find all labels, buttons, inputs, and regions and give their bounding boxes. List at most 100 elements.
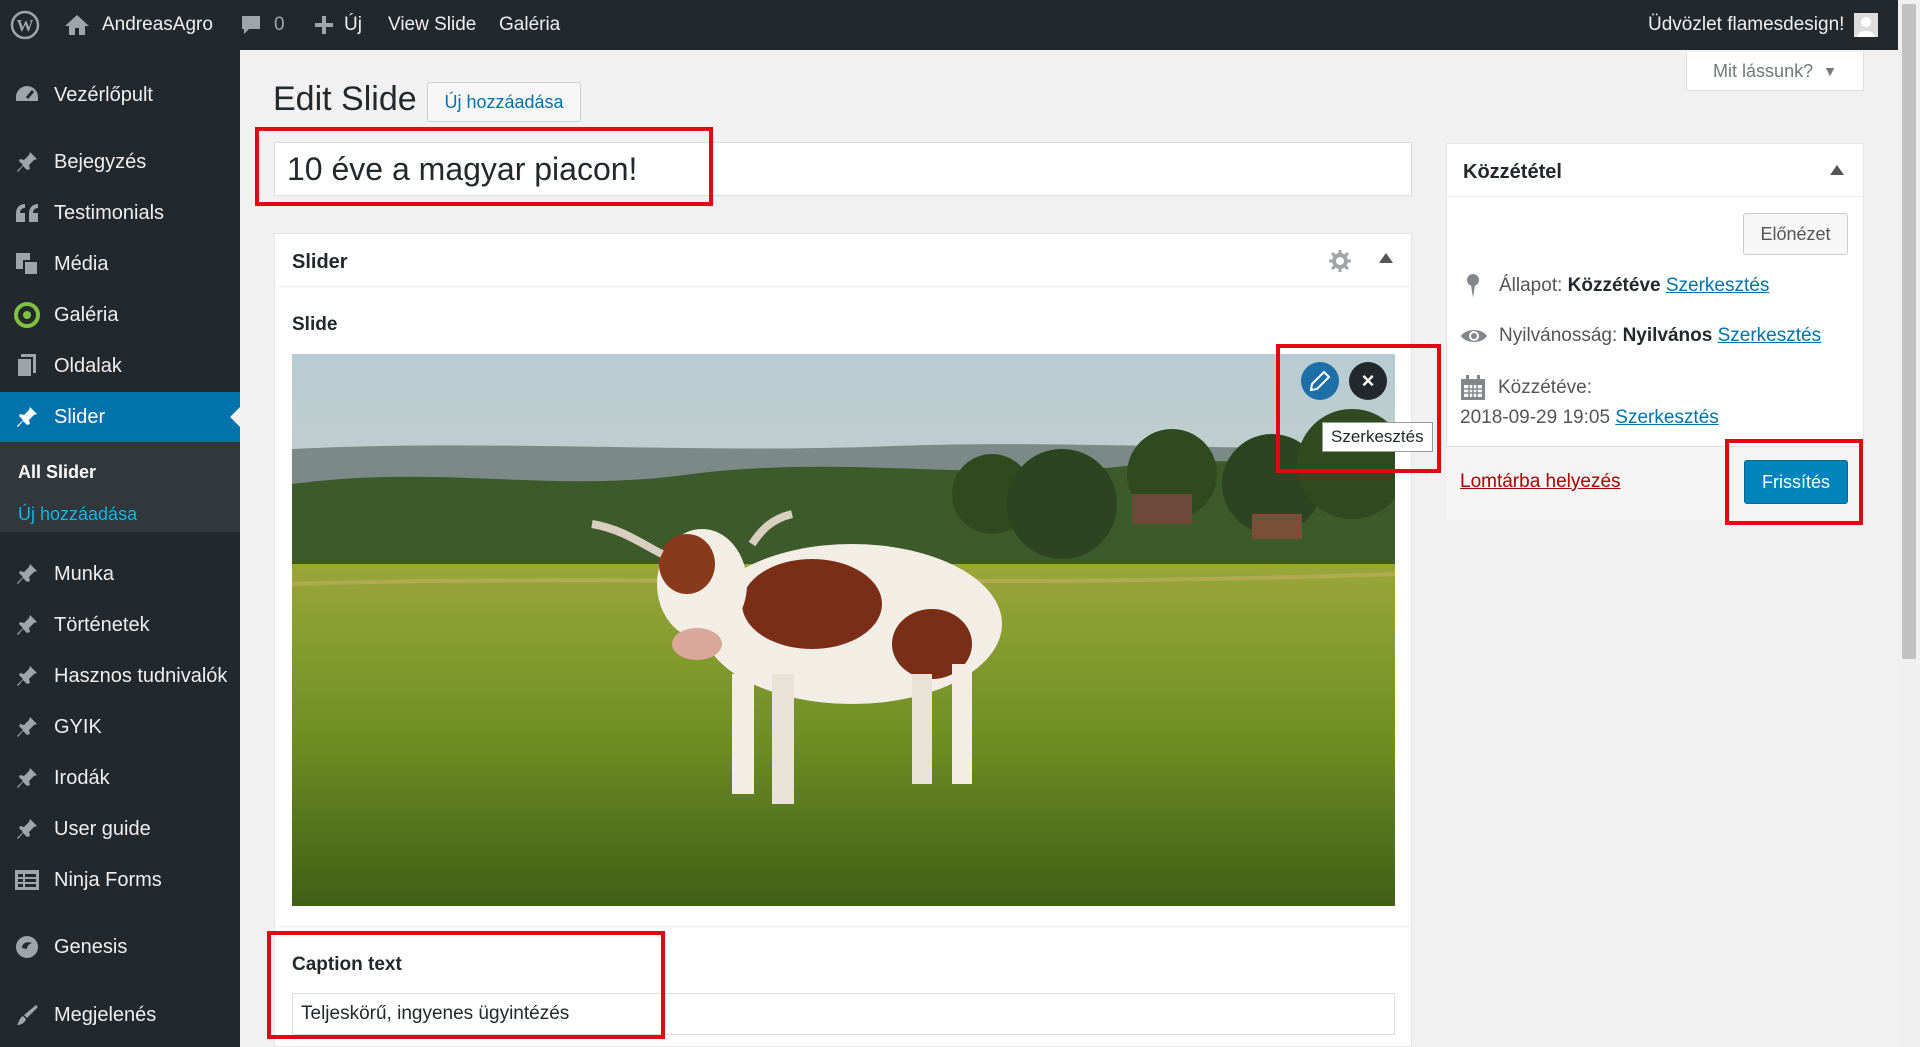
account-menu[interactable]: Üdvözlet flamesdesign! <box>1648 0 1879 50</box>
menu-item-genesis[interactable]: Genesis <box>0 922 240 972</box>
collapse-toggle-icon[interactable] <box>1830 165 1844 175</box>
menu-item-appearance[interactable]: Megjelenés <box>0 990 240 1040</box>
pin-icon <box>14 765 40 791</box>
visibility-row: Nyilvánosság: Nyilvános Szerkesztés <box>1460 325 1821 347</box>
home-icon <box>65 15 89 35</box>
publish-heading: Közzététel <box>1463 161 1562 183</box>
menu-item-work[interactable]: Munka <box>0 549 240 599</box>
menu-label: Vezérlőpult <box>54 83 153 106</box>
scrollbar-thumb[interactable] <box>1902 4 1916 659</box>
pages-icon <box>14 353 40 379</box>
menu-item-offices[interactable]: Irodák <box>0 753 240 803</box>
admin-bar: W AndreasAgro 0 Új View Slide Galéria Üd… <box>0 0 1920 50</box>
new-label: Új <box>344 14 362 35</box>
menu-item-media[interactable]: Média <box>0 239 240 289</box>
menu-item-pages[interactable]: Oldalak <box>0 341 240 391</box>
pin-icon <box>14 714 40 740</box>
trash-link[interactable]: Lomtárba helyezés <box>1460 471 1621 493</box>
menu-item-gallery[interactable]: Galéria <box>0 290 240 340</box>
add-new-button[interactable]: Új hozzáadása <box>427 82 581 122</box>
slider-heading: Slider <box>292 251 348 273</box>
new-content-link[interactable]: Új <box>314 0 362 50</box>
preview-button[interactable]: Előnézet <box>1743 213 1848 255</box>
brush-icon <box>14 1002 40 1028</box>
gallery-link[interactable]: Galéria <box>499 0 560 50</box>
slide-label: Slide <box>292 314 338 335</box>
site-name-link[interactable]: AndreasAgro <box>64 0 213 50</box>
menu-label: Történetek <box>54 613 150 636</box>
screen-options-label: Mit lássunk? <box>1713 60 1814 81</box>
menu-item-faq[interactable]: GYIK <box>0 702 240 752</box>
published-edit-link[interactable]: Szerkesztés <box>1615 407 1718 428</box>
menu-label: GYIK <box>54 715 102 738</box>
highlight-caption <box>267 931 665 1039</box>
status-edit-link[interactable]: Szerkesztés <box>1666 275 1769 297</box>
pin-icon <box>14 816 40 842</box>
slider-metabox-header[interactable] <box>274 233 1412 287</box>
status-row: Állapot: Közzétéve Szerkesztés <box>1463 273 1769 299</box>
menu-label: Ninja Forms <box>54 868 162 891</box>
pin-icon <box>14 149 40 175</box>
svg-text:W: W <box>17 16 34 35</box>
menu-item-dashboard[interactable]: Vezérlőpult <box>0 70 240 120</box>
comments-link[interactable]: 0 <box>240 0 285 50</box>
current-menu-arrow <box>230 407 240 427</box>
menu-item-useful-info[interactable]: Hasznos tudnivalók <box>0 651 240 701</box>
gear-icon[interactable] <box>1329 250 1351 277</box>
comments-count: 0 <box>274 14 285 35</box>
avatar-icon <box>1854 13 1879 37</box>
menu-label: Média <box>54 252 109 275</box>
forms-icon <box>14 867 40 893</box>
menu-item-ninja-forms[interactable]: Ninja Forms <box>0 855 240 905</box>
submenu-all-slider[interactable]: All Slider <box>18 462 96 483</box>
menu-item-slider[interactable]: Slider <box>0 392 240 442</box>
menu-label: Megjelenés <box>54 1003 157 1026</box>
comment-icon <box>242 16 260 34</box>
wordpress-logo-icon[interactable]: W <box>10 0 40 50</box>
site-name: AndreasAgro <box>102 14 213 35</box>
menu-label: Genesis <box>54 935 128 958</box>
slider-submenu: All Slider Új hozzáadása <box>0 442 240 532</box>
visibility-value: Nyilvános <box>1622 325 1713 346</box>
menu-item-stories[interactable]: Történetek <box>0 600 240 650</box>
menu-label: Slider <box>54 405 106 428</box>
gallery-icon <box>14 302 40 328</box>
view-slide-link[interactable]: View Slide <box>388 0 476 50</box>
visibility-edit-link[interactable]: Szerkesztés <box>1718 325 1821 347</box>
menu-label: Hasznos tudnivalók <box>54 664 228 687</box>
menu-label: Munka <box>54 562 115 585</box>
published-date: 2018-09-29 19:05 <box>1460 407 1611 428</box>
menu-label: Galéria <box>54 303 119 326</box>
submenu-add-new[interactable]: Új hozzáadása <box>18 504 137 525</box>
screen-options-button[interactable]: Mit lássunk? ▼ <box>1686 52 1864 91</box>
menu-label: Oldalak <box>54 354 122 377</box>
menu-item-user-guide[interactable]: User guide <box>0 804 240 854</box>
collapse-toggle-icon[interactable] <box>1379 253 1393 263</box>
menu-label: Irodák <box>54 766 110 789</box>
highlight-title <box>255 127 713 206</box>
visibility-label: Nyilvánosság: <box>1499 325 1618 346</box>
pin-icon <box>14 404 40 430</box>
plus-icon <box>315 16 333 34</box>
media-icon <box>14 251 40 277</box>
menu-label: User guide <box>54 817 151 840</box>
dashboard-icon <box>14 82 40 108</box>
menu-label: Testimonials <box>54 201 165 224</box>
caret-down-icon: ▼ <box>1823 63 1837 79</box>
quote-icon <box>14 200 40 226</box>
eye-icon <box>1461 330 1487 342</box>
pin-icon <box>14 561 40 587</box>
highlight-image-actions <box>1276 344 1441 473</box>
greeting: Üdvözlet flamesdesign! <box>1648 14 1845 35</box>
menu-item-posts[interactable]: Bejegyzés <box>0 137 240 187</box>
slide-image[interactable] <box>292 354 1395 906</box>
highlight-update <box>1725 439 1863 525</box>
status-label: Állapot: <box>1499 275 1563 296</box>
menu-label: Bejegyzés <box>54 150 147 173</box>
published-label: Közzétéve: <box>1498 377 1592 398</box>
pin-icon <box>1467 274 1479 298</box>
menu-item-testimonials[interactable]: Testimonials <box>0 188 240 238</box>
published-row: Közzétéve: <box>1460 375 1592 401</box>
page-title: Edit Slide <box>273 80 417 118</box>
published-date-row: 2018-09-29 19:05 Szerkesztés <box>1460 407 1719 429</box>
